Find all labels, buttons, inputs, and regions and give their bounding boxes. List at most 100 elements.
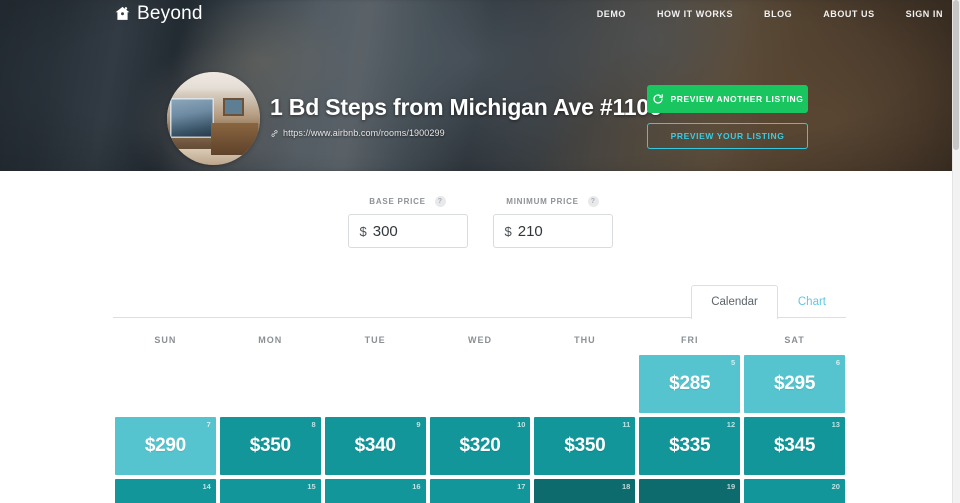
- preview-another-listing-label: PREVIEW ANOTHER LISTING: [670, 94, 804, 104]
- calendar-day-number: 9: [416, 420, 421, 429]
- calendar-day-number: 6: [835, 358, 840, 367]
- base-price-label-row: BASE PRICE ?: [348, 196, 468, 207]
- weekday-sat: SAT: [784, 335, 805, 345]
- calendar-day-price: $295: [774, 373, 816, 394]
- calendar-day-cell[interactable]: 12 $335: [639, 417, 741, 475]
- refresh-icon: [652, 94, 663, 104]
- minimum-price-help-icon[interactable]: ?: [587, 196, 599, 207]
- minimum-price-currency: $: [504, 223, 512, 239]
- minimum-price-box[interactable]: $: [492, 214, 613, 248]
- weekday-tue: TUE: [364, 335, 386, 345]
- calendar-day-cell[interactable]: 14: [115, 479, 216, 503]
- brand-logo[interactable]: Beyond: [114, 4, 203, 23]
- preview-your-listing-button[interactable]: PREVIEW YOUR LISTING: [647, 123, 808, 149]
- calendar-day-number: 18: [621, 482, 631, 491]
- calendar-day-price: $320: [459, 435, 501, 456]
- calendar-day-number: 12: [726, 420, 736, 429]
- tabs-list: Calendar Chart: [691, 284, 846, 319]
- calendar-day-price: $350: [249, 435, 291, 456]
- calendar-day-price: $290: [144, 435, 186, 456]
- calendar-day-cell[interactable]: 8 $350: [219, 417, 321, 475]
- nav-item-demo[interactable]: DEMO: [597, 9, 626, 19]
- calendar-cell-empty: [115, 355, 216, 413]
- minimum-price-label-row: MINIMUM PRICE ?: [493, 196, 613, 207]
- nav-item-sign-in[interactable]: SIGN IN: [906, 9, 943, 19]
- calendar-day-number: 20: [831, 482, 840, 491]
- brand-name: Beyond: [137, 3, 203, 24]
- top-navigation: Beyond DEMO HOW IT WORKS BLOG ABOUT US S…: [0, 0, 960, 30]
- nav-links: DEMO HOW IT WORKS BLOG ABOUT US SIGN IN: [597, 9, 943, 19]
- house-icon: [115, 6, 130, 20]
- calendar-grid: 5 $285 6 $295 7 $290 8 $350 9 $340 10 $320 11 $350 12 $…: [115, 355, 845, 503]
- calendar-day-cell[interactable]: 17: [429, 479, 531, 503]
- calendar-cell-empty: [220, 355, 321, 413]
- calendar-day-number: 14: [202, 482, 211, 491]
- calendar-day-price: $340: [354, 435, 396, 456]
- tab-chart[interactable]: Chart: [778, 285, 846, 319]
- calendar-day-price: $335: [669, 435, 711, 456]
- calendar-day-price: $285: [669, 373, 711, 394]
- weekday-fri: FRI: [680, 335, 699, 345]
- listing-url-text: https://www.airbnb.com/rooms/1900299: [283, 128, 445, 138]
- base-price-group: BASE PRICE ? $: [347, 196, 468, 248]
- calendar-day-number: 7: [206, 420, 211, 429]
- calendar-day-cell[interactable]: 9 $340: [324, 417, 426, 475]
- minimum-price-input[interactable]: [517, 222, 601, 240]
- pricing-calendar: SUN MON TUE WED THU FRI SAT 5 $285 6 $295 7 $…: [115, 335, 845, 503]
- nav-item-blog[interactable]: BLOG: [764, 9, 792, 19]
- minimum-price-group: MINIMUM PRICE ? $: [492, 196, 613, 248]
- minimum-price-label: MINIMUM PRICE: [506, 197, 579, 206]
- calendar-day-cell[interactable]: 19: [639, 479, 741, 503]
- hero-banner: Beyond DEMO HOW IT WORKS BLOG ABOUT US S…: [0, 0, 960, 171]
- calendar-day-number: 17: [517, 482, 526, 491]
- weekday-sun: SUN: [154, 335, 177, 345]
- weekday-mon: MON: [258, 335, 283, 345]
- calendar-day-number: 5: [730, 358, 736, 367]
- calendar-day-cell[interactable]: 7 $290: [115, 417, 216, 475]
- page-scrollbar[interactable]: [952, 0, 960, 503]
- calendar-day-price: $345: [774, 435, 816, 456]
- calendar-day-cell[interactable]: 16: [324, 479, 426, 503]
- listing-thumbnail-image: [167, 72, 260, 165]
- base-price-input[interactable]: [372, 222, 456, 240]
- calendar-day-number: 16: [412, 482, 421, 491]
- calendar-day-cell[interactable]: 20: [744, 479, 845, 503]
- calendar-day-cell[interactable]: 18: [534, 479, 636, 503]
- calendar-day-number: 13: [831, 420, 840, 429]
- calendar-day-cell[interactable]: 5 $285: [639, 355, 741, 413]
- calendar-day-cell[interactable]: 15: [219, 479, 321, 503]
- calendar-day-number: 8: [311, 420, 316, 429]
- weekday-thu: THU: [574, 335, 596, 345]
- nav-item-about-us[interactable]: ABOUT US: [823, 9, 874, 19]
- calendar-day-number: 11: [622, 420, 631, 429]
- base-price-help-icon[interactable]: ?: [434, 196, 446, 207]
- calendar-weekday-header: SUN MON TUE WED THU FRI SAT: [115, 335, 845, 345]
- tab-calendar[interactable]: Calendar: [691, 284, 778, 319]
- weekday-wed: WED: [467, 335, 492, 345]
- base-price-box[interactable]: $: [347, 214, 468, 248]
- page-root: Beyond DEMO HOW IT WORKS BLOG ABOUT US S…: [0, 0, 960, 503]
- listing-title: 1 Bd Steps from Michigan Ave #1106: [270, 94, 662, 120]
- calendar-cell-empty: [325, 355, 426, 413]
- base-price-currency: $: [359, 223, 367, 239]
- listing-thumbnail[interactable]: [167, 72, 260, 165]
- thumbnail-window: [170, 98, 214, 138]
- view-tabs: Calendar Chart: [113, 278, 846, 319]
- base-price-label: BASE PRICE: [369, 197, 426, 206]
- listing-url[interactable]: https://www.airbnb.com/rooms/1900299: [270, 128, 445, 138]
- calendar-day-cell[interactable]: 10 $320: [429, 417, 531, 475]
- calendar-day-number: 19: [726, 482, 736, 491]
- calendar-day-cell[interactable]: 13 $345: [744, 417, 845, 475]
- calendar-day-price: $350: [564, 435, 606, 456]
- nav-item-how-it-works[interactable]: HOW IT WORKS: [657, 9, 733, 19]
- calendar-day-number: 15: [307, 482, 316, 491]
- calendar-day-number: 10: [517, 420, 526, 429]
- calendar-day-cell[interactable]: 11 $350: [534, 417, 636, 475]
- price-settings: BASE PRICE ? $ MINIMUM PRICE ? $: [0, 196, 960, 248]
- calendar-day-cell[interactable]: 6 $295: [744, 355, 845, 413]
- calendar-cell-empty: [534, 355, 635, 413]
- link-icon: [271, 129, 278, 137]
- thumbnail-picture-frame: [225, 100, 242, 114]
- thumbnail-counter: [211, 123, 258, 155]
- preview-another-listing-button[interactable]: PREVIEW ANOTHER LISTING: [647, 85, 808, 113]
